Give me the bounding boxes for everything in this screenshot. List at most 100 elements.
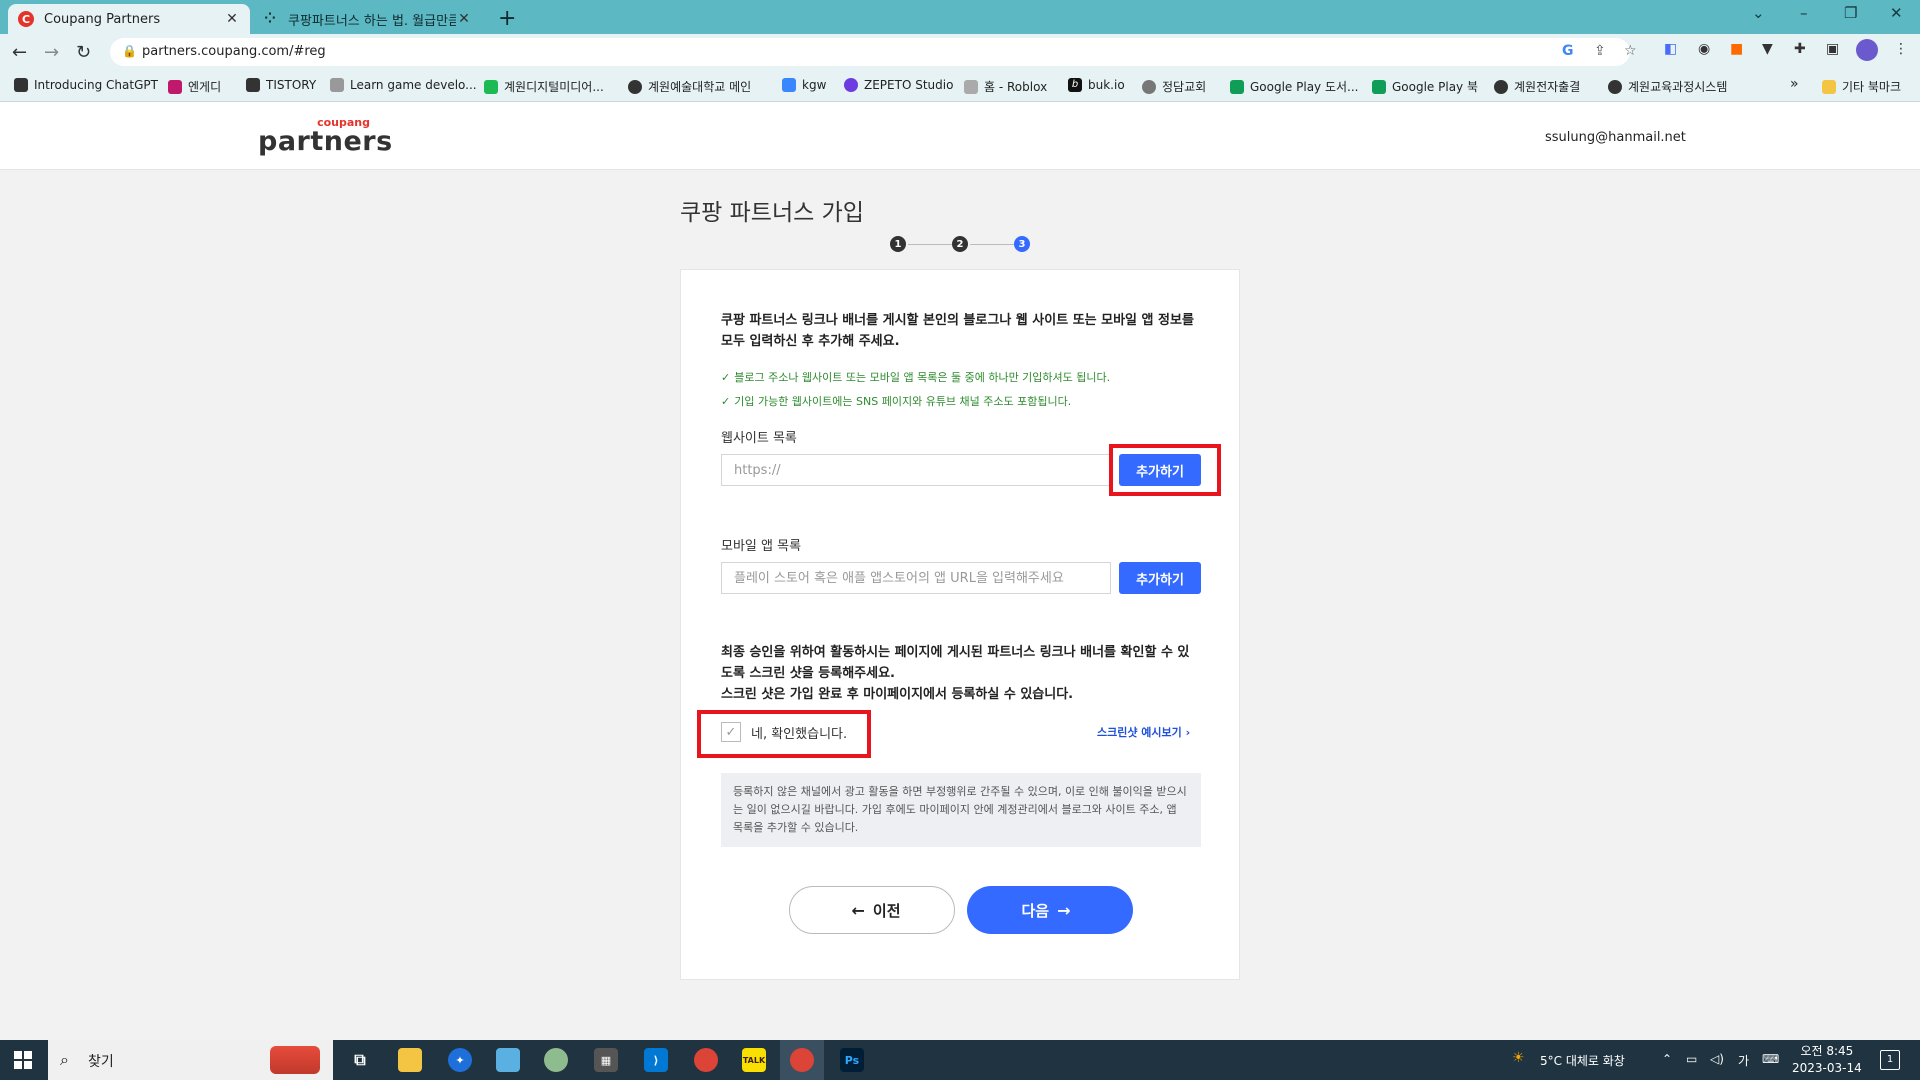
bookmark-item[interactable]: kgw — [782, 78, 826, 92]
user-email[interactable]: ssulung@hanmail.net — [1545, 130, 1686, 145]
coupang-partners-logo[interactable]: coupang partners — [258, 116, 392, 160]
menu-kebab-icon[interactable]: ⋮ — [1894, 41, 1908, 57]
note-text: 블로그 주소나 웹사이트 또는 모바일 앱 목록은 둘 중에 하나만 기입하셔도… — [734, 371, 1111, 384]
website-url-input[interactable] — [721, 454, 1111, 486]
screenshot-example-link[interactable]: 스크린샷 예시보기 › — [1097, 724, 1190, 740]
clock-date: 2023-03-14 — [1792, 1061, 1862, 1075]
bookmark-item[interactable]: Learn game develo... — [330, 78, 477, 92]
google-translate-icon[interactable]: G — [1562, 43, 1574, 59]
back-icon[interactable]: ← — [12, 42, 27, 63]
folder-icon — [1822, 79, 1836, 94]
note-text: 기입 가능한 웹사이트에는 SNS 페이지와 유튜브 채널 주소도 포함됩니다. — [734, 395, 1072, 408]
chrome-active-icon[interactable] — [790, 1048, 814, 1072]
chevron-right-icon: › — [1185, 726, 1191, 739]
bookmark-label: buk.io — [1088, 78, 1125, 92]
bookmark-item[interactable]: 홈 - Roblox — [964, 78, 1047, 95]
bookmark-item[interactable]: 계원교육과정시스템 — [1608, 78, 1727, 95]
google-play-icon — [1372, 79, 1386, 94]
reload-icon[interactable]: ↻ — [76, 42, 91, 63]
task-view-icon[interactable]: ⧉ — [348, 1048, 372, 1072]
bookmark-label: Learn game develo... — [350, 78, 477, 92]
bookmark-item[interactable]: Google Play 도서... — [1230, 78, 1359, 95]
close-tab-icon[interactable]: ✕ — [456, 11, 472, 27]
side-panel-icon[interactable]: ▣ — [1826, 41, 1839, 57]
step-3-current: 3 — [1014, 236, 1030, 252]
tab-blog-article[interactable]: ⁘ 쿠팡파트너스 하는 법. 월급만큼 ✕ — [252, 4, 482, 34]
other-bookmarks-folder[interactable]: 기타 북마크 — [1822, 78, 1901, 95]
bookmark-item[interactable]: Introducing ChatGPT — [14, 78, 158, 92]
registration-card: 쿠팡 파트너스 링크나 배너를 게시할 본인의 블로그나 웹 사이트 또는 모바… — [680, 269, 1240, 980]
file-explorer-icon[interactable] — [398, 1048, 422, 1072]
share-icon[interactable]: ⇪ — [1594, 43, 1606, 59]
globe-icon — [1608, 79, 1622, 94]
profile-avatar[interactable] — [1856, 39, 1878, 61]
kakaotalk-icon[interactable]: TALK — [742, 1048, 766, 1072]
translate-extension-icon[interactable]: ◧ — [1664, 41, 1677, 57]
weather-icon[interactable]: ☀ — [1512, 1050, 1525, 1066]
bookmark-label: Google Play 북 — [1392, 80, 1479, 94]
taskbar-search-box[interactable]: ⌕ 찾기 — [48, 1040, 333, 1080]
paint-app-icon[interactable] — [544, 1048, 568, 1072]
previous-button[interactable]: ← 이전 — [789, 886, 955, 934]
windows-start-icon[interactable] — [14, 1051, 32, 1069]
tab-search-icon[interactable]: ⌄ — [1752, 4, 1765, 22]
chrome-icon[interactable] — [694, 1048, 718, 1072]
roblox-icon — [964, 79, 978, 94]
network-icon[interactable]: ▭ — [1686, 1052, 1697, 1066]
kgw-icon — [782, 78, 796, 92]
tab-coupang-partners[interactable]: C Coupang Partners ✕ — [8, 4, 250, 34]
tray-chevron-up-icon[interactable]: ⌃ — [1662, 1052, 1672, 1066]
camera-extension-icon[interactable]: ◉ — [1698, 41, 1710, 57]
volume-icon[interactable]: ◁) — [1710, 1052, 1724, 1066]
system-clock[interactable]: 오전 8:45 2023-03-14 — [1792, 1043, 1862, 1077]
bluetooth-app-icon[interactable]: ✦ — [448, 1048, 472, 1072]
bookmark-item[interactable]: 계원디지털미디어... — [484, 78, 604, 95]
bookmark-item[interactable]: 엔게디 — [168, 78, 221, 95]
bookmark-label: ZEPETO Studio — [864, 78, 954, 92]
weather-text[interactable]: 5°C 대체로 화창 — [1540, 1052, 1625, 1069]
bookmark-label: Introducing ChatGPT — [34, 78, 158, 92]
bookmarks-overflow-chevron-icon[interactable]: » — [1790, 76, 1799, 92]
address-bar-row: ← → ↻ 🔒 partners.coupang.com/#reg G ⇪ ☆ … — [0, 34, 1920, 70]
clock-time: 오전 8:45 — [1800, 1044, 1854, 1058]
bookmark-item[interactable]: Google Play 북 — [1372, 78, 1478, 95]
vscode-icon[interactable]: ⟩ — [644, 1048, 668, 1072]
v-extension-icon[interactable]: ▼ — [1762, 41, 1773, 57]
tab-title: Coupang Partners — [44, 11, 161, 27]
lock-icon[interactable]: 🔒 — [122, 44, 137, 58]
keyboard-layout-icon[interactable]: ⌨ — [1762, 1052, 1779, 1066]
extensions-puzzle-icon[interactable]: ✚ — [1794, 41, 1806, 57]
url-omnibox[interactable]: 🔒 partners.coupang.com/#reg G ⇪ ☆ — [110, 38, 1637, 66]
bookmark-item[interactable]: ZEPETO Studio — [844, 78, 953, 92]
intro-text: 쿠팡 파트너스 링크나 배너를 게시할 본인의 블로그나 웹 사이트 또는 모바… — [721, 313, 1194, 349]
taskbar-search-placeholder: 찾기 — [88, 1054, 114, 1070]
bookmark-star-icon[interactable]: ☆ — [1624, 43, 1637, 59]
close-tab-icon[interactable]: ✕ — [224, 11, 240, 27]
close-window-button[interactable]: ✕ — [1890, 4, 1903, 22]
bookmark-item[interactable]: 계원예술대학교 메인 — [628, 78, 751, 95]
arrow-left-icon: ← — [851, 900, 865, 920]
bookmark-item[interactable]: b buk.io — [1068, 78, 1125, 92]
ime-indicator[interactable]: 가 — [1738, 1052, 1749, 1069]
notepad-app-icon[interactable] — [496, 1048, 520, 1072]
bookmark-label: 엔게디 — [188, 80, 222, 94]
red-extension-icon[interactable]: ■ — [1730, 41, 1743, 57]
calculator-icon[interactable]: ▦ — [594, 1048, 618, 1072]
unity-icon — [330, 78, 344, 92]
logo-partners-text: partners — [258, 126, 393, 157]
restore-button[interactable]: ❐ — [1844, 4, 1857, 22]
bookmark-label: 계원디지털미디어... — [504, 80, 604, 94]
next-button[interactable]: 다음 → — [967, 886, 1133, 934]
new-tab-button[interactable]: + — [498, 6, 516, 31]
bookmark-item[interactable]: 정담교회 — [1142, 78, 1206, 95]
page-title: 쿠팡 파트너스 가입 — [680, 200, 864, 226]
photoshop-icon[interactable]: Ps — [840, 1048, 864, 1072]
add-mobile-app-button[interactable]: 추가하기 — [1119, 562, 1201, 594]
bookmark-item[interactable]: 계원전자출결 — [1494, 78, 1580, 95]
bookmark-item[interactable]: TISTORY — [246, 78, 316, 92]
notification-center-icon[interactable]: 1 — [1880, 1050, 1900, 1070]
mobile-app-url-input[interactable] — [721, 562, 1111, 594]
minimize-button[interactable]: – — [1800, 4, 1808, 22]
forward-icon[interactable]: → — [44, 42, 59, 63]
highlight-box-confirm — [697, 710, 871, 758]
